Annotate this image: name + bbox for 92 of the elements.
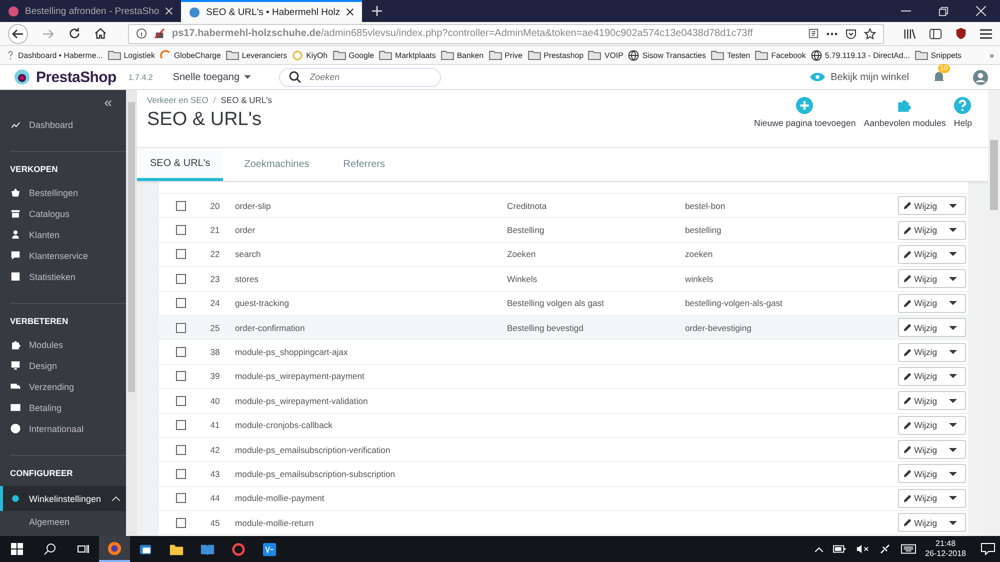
- url-cell: bestelling: [685, 225, 722, 236]
- toolbar-button[interactable]: Help: [954, 97, 972, 128]
- page-cell-text: order: [235, 225, 256, 236]
- clock-date: 26-12-2018: [925, 549, 966, 559]
- table-row[interactable]: 45 module-mollie-return Wijzig: [159, 511, 968, 536]
- page-cell-text: module-ps_shoppingcart-ajax: [235, 347, 349, 358]
- breadcrumb-link[interactable]: Verkeer en SEO: [147, 95, 208, 105]
- tab-title: SEO & URL's • Habermehl Holz: [206, 6, 340, 18]
- page-tab[interactable]: SEO & URL's: [137, 148, 224, 181]
- view-shop-link[interactable]: Bekijk mijn winkel: [830, 72, 909, 82]
- table-row[interactable]: 20 order-slip Creditnota bestel-bon Wijzig: [159, 194, 968, 218]
- id-cell-text: 43: [209, 468, 221, 479]
- sidebar-item[interactable]: Catalogus: [10, 203, 126, 224]
- id-cell-text: 41: [209, 420, 221, 430]
- title-cell: Bestelling bevestigd: [507, 322, 584, 333]
- id-cell-text: 23: [209, 274, 221, 284]
- breadcrumb-separator: /: [213, 95, 216, 105]
- toolbar-button[interactable]: Aanbevolen modules: [864, 97, 946, 128]
- table-row[interactable]: 22 search Zoeken zoeken Wijzig: [159, 242, 968, 268]
- page-cell-text: module-ps_emailsubscription-verification: [235, 444, 392, 455]
- table-row[interactable]: 41 module-cronjobs-callback Wijzig: [159, 414, 968, 438]
- sidebar-item[interactable]: Internationaal: [10, 418, 126, 439]
- address-bar[interactable]: ps17.habermehl-holzschuhe.de/admin685vlevsu/index.php?controller=AdminMeta&token=ae4190c902a574c13e0438d78d1c73ff: [128, 24, 884, 44]
- url-cell: winkels: [685, 274, 714, 284]
- breadcrumb-current: SEO & URL's: [220, 95, 272, 105]
- browser-tab[interactable]: Bestelling afronden - PrestaSho: [0, 0, 182, 22]
- page-cell-text: module-mollie-payment: [235, 493, 326, 504]
- page-tab[interactable]: Referrers: [330, 148, 398, 181]
- page-title: SEO & URL's: [147, 109, 262, 131]
- url-cell: bestelling-volgen-als-gast: [685, 298, 782, 308]
- sidebar-item[interactable]: Dashboard: [10, 114, 126, 135]
- title-cell: Creditnota: [507, 200, 547, 211]
- sidebar-item[interactable]: Design: [10, 355, 126, 376]
- section-title: CONFIGUREER: [10, 468, 74, 478]
- browser-tab[interactable]: SEO & URL's • Habermehl Holz: [181, 0, 362, 22]
- table-row[interactable]: 25 order-confirmation Bestelling bevestigd order-bevestiging Wijzig: [159, 316, 968, 340]
- sidebar-item[interactable]: Betaling: [10, 397, 126, 418]
- title-cell: Bestelling volgen als gast: [507, 298, 604, 308]
- page-cell-text: stores: [235, 274, 260, 284]
- table-row[interactable]: 44 module-mollie-payment Wijzig: [159, 486, 968, 512]
- table-row[interactable]: 21 order Bestelling bestelling Wijzig: [159, 218, 968, 243]
- table-row[interactable]: 43 module-ps_emailsubscription-subscription Wijzig: [159, 462, 968, 487]
- sidebar-item[interactable]: Winkelinstellingen: [0, 486, 126, 511]
- page-cell-text: module-ps_emailsubscription-subscription: [235, 468, 396, 479]
- page-cell-text: module-ps_wirepayment-payment: [235, 371, 366, 382]
- table-row[interactable]: 23 stores Winkels winkels Wijzig: [159, 267, 968, 292]
- id-cell-text: 20: [209, 200, 221, 211]
- url-text: ps17.habermehl-holzschuhe.de/admin685vlevsu/index.php?controller=AdminMeta&token=ae4190c902a574c13e0438d78d1c73ff: [172, 28, 753, 39]
- table-row[interactable]: 40 module-ps_wirepayment-validation Wijzig: [159, 389, 968, 414]
- id-cell-text: 22: [209, 249, 221, 260]
- page-cell-text: order-slip: [235, 200, 272, 211]
- url-cell: zoeken: [685, 249, 713, 260]
- sidebar-item[interactable]: Klantenservice: [10, 245, 126, 266]
- table-row[interactable]: 38 module-ps_shoppingcart-ajax Wijzig: [159, 340, 968, 365]
- id-cell-text: 42: [209, 444, 221, 455]
- id-cell-text: 44: [209, 493, 221, 504]
- sidebar-item[interactable]: Klanten: [10, 224, 126, 245]
- title-cell: Bestelling: [507, 225, 544, 236]
- section-title: VERBETEREN: [10, 316, 70, 326]
- id-cell-text: 25: [209, 322, 221, 333]
- id-cell-text: 45: [209, 518, 221, 528]
- id-cell-text: 40: [209, 396, 221, 406]
- id-cell-text: 24: [209, 298, 221, 308]
- page-cell-text: module-ps_wirepayment-validation: [235, 396, 369, 406]
- page-cell-text: order-confirmation: [235, 322, 306, 333]
- table-row[interactable]: 42 module-ps_emailsubscription-verification Wijzig: [159, 438, 968, 462]
- table-row[interactable]: 39 module-ps_wirepayment-payment Wijzig: [159, 364, 968, 390]
- search-field[interactable]: Zoeken: [278, 68, 441, 87]
- version-label: 1.7.4.2: [128, 72, 153, 82]
- page-cell-text: module-cronjobs-callback: [235, 420, 334, 430]
- section-title: VERKOPEN: [10, 164, 59, 174]
- id-cell-text: 39: [209, 371, 221, 382]
- clock-time: 21:48: [936, 539, 956, 549]
- url-cell: bestel-bon: [685, 200, 726, 211]
- page-tab[interactable]: Zoekmachines: [231, 148, 322, 181]
- quick-access-dropdown[interactable]: Snelle toegang: [166, 70, 257, 84]
- sidebar-item[interactable]: Modules: [10, 334, 126, 355]
- sidebar-item[interactable]: Bestellingen: [10, 182, 126, 203]
- logo-text: PrestaShop: [36, 68, 116, 86]
- sidebar-item[interactable]: Statistieken: [10, 266, 126, 287]
- page-cell-text: module-mollie-return: [235, 518, 315, 528]
- title-cell: Winkels: [507, 274, 538, 284]
- page-cell-text: search: [235, 249, 262, 260]
- toolbar-button[interactable]: Nieuwe pagina toevoegen: [754, 97, 856, 128]
- title-cell: Zoeken: [507, 249, 536, 260]
- url-cell: order-bevestiging: [685, 322, 752, 333]
- id-cell-text: 38: [209, 347, 221, 358]
- tab-title: Bestelling afronden - PrestaSho: [25, 6, 160, 16]
- sidebar-item[interactable]: Verzending: [10, 376, 126, 397]
- id-cell-text: 21: [209, 225, 221, 236]
- page-cell-text: guest-tracking: [235, 298, 290, 308]
- collapse-button[interactable]: «: [104, 96, 112, 108]
